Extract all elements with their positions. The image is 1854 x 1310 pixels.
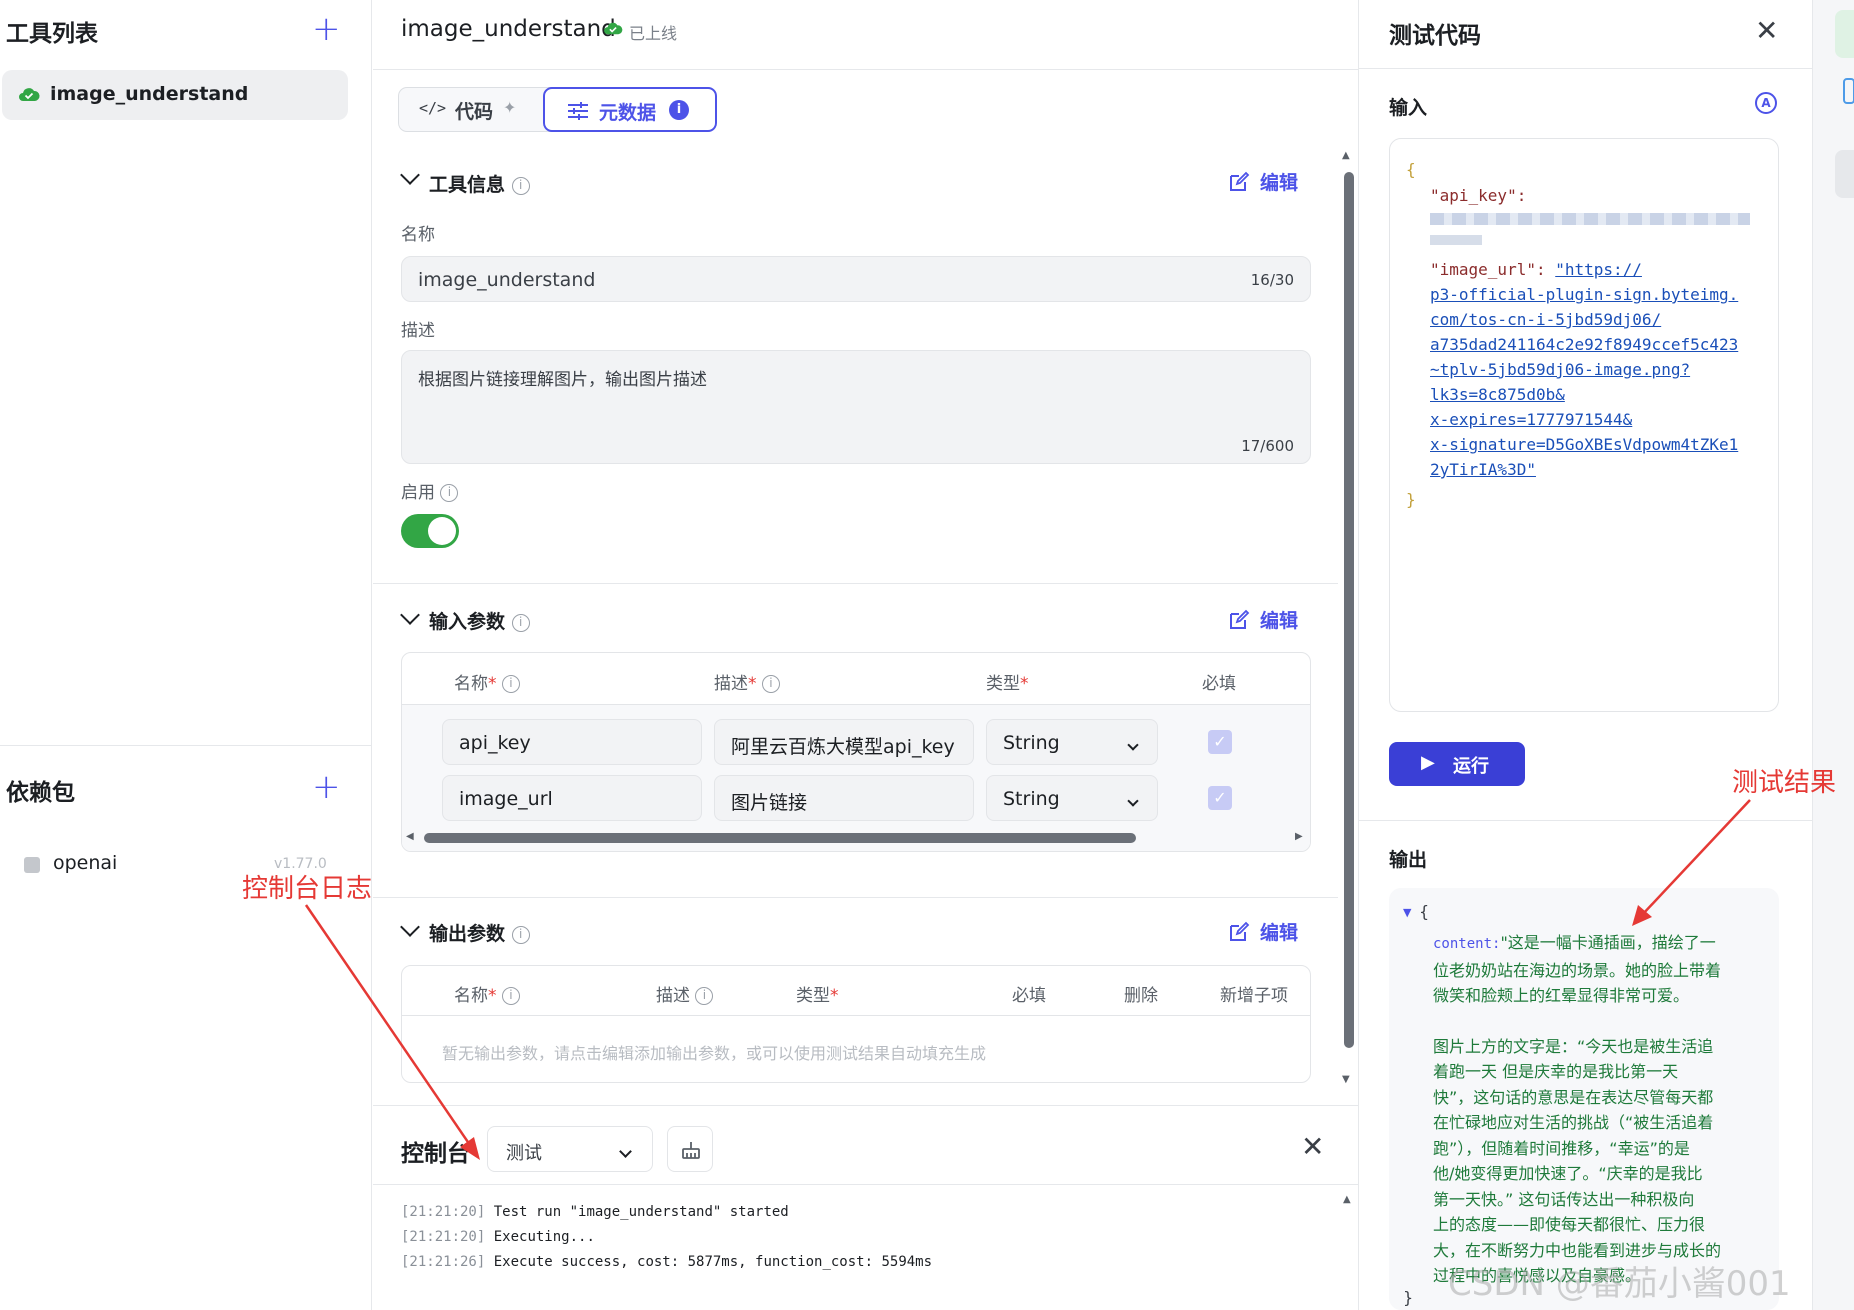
watermark: CSDN @番茄小酱001 (1448, 1264, 1791, 1304)
annotation-console-log: 控制台日志 (242, 874, 373, 904)
console-log-arrow (304, 904, 474, 1149)
console-log-arrowhead (460, 1137, 480, 1160)
annotation-test-result: 测试结果 (1732, 768, 1837, 798)
annotation-arrows (304, 799, 1751, 1160)
test-result-arrow (1641, 799, 1751, 916)
